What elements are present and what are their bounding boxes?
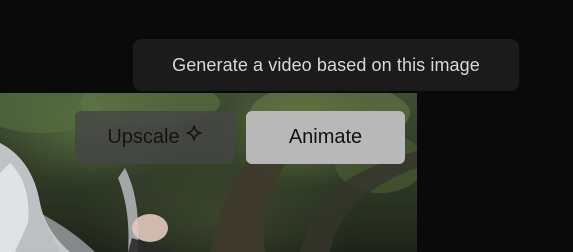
app-root: Generate a video based on this image Ups… — [0, 0, 573, 252]
animate-tooltip: Generate a video based on this image — [133, 39, 519, 91]
animate-button[interactable]: Animate — [246, 111, 405, 164]
tooltip-text: Generate a video based on this image — [172, 55, 480, 75]
animate-label: Animate — [288, 126, 363, 148]
sparkle-icon — [185, 109, 202, 162]
upscale-label: Upscale — [107, 126, 180, 148]
upscale-button[interactable]: Upscale — [75, 111, 234, 164]
